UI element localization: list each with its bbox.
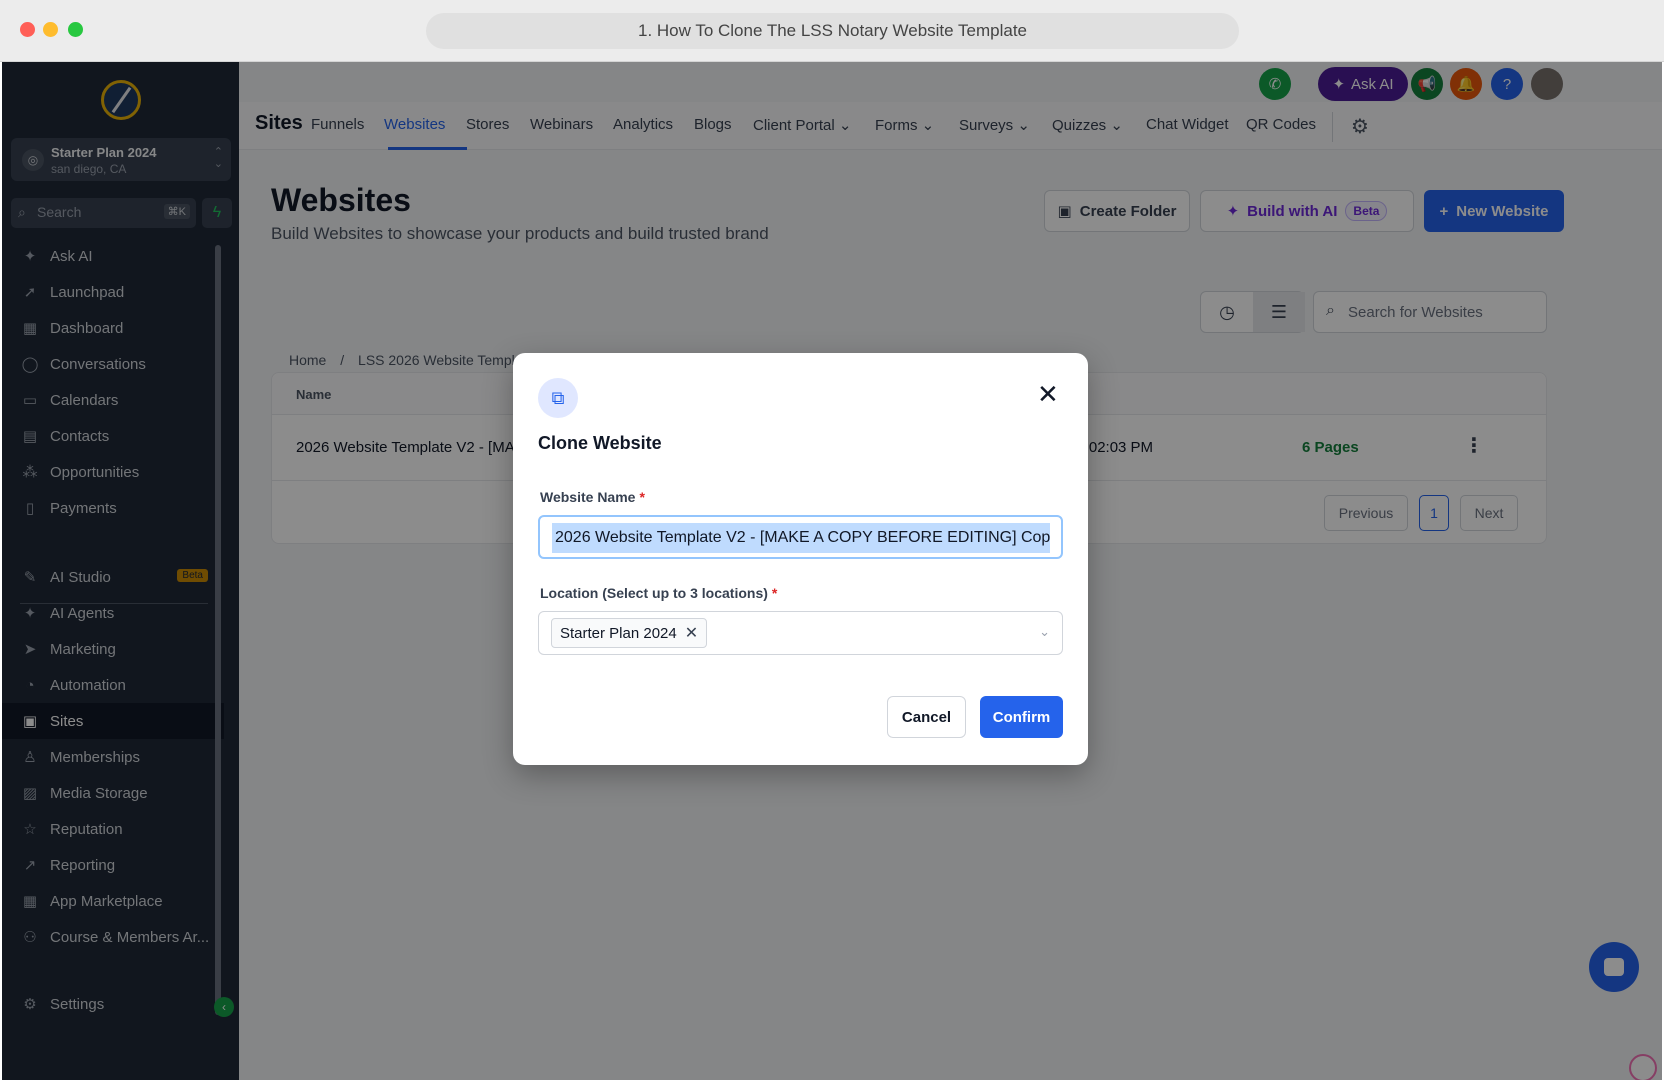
chevron-down-icon[interactable]: ⌄ [1039, 624, 1050, 640]
required-mark: * [771, 585, 778, 601]
location-label: Location (Select up to 3 locations) * [540, 585, 778, 601]
maximize-window-button[interactable] [68, 22, 83, 37]
website-name-label: Website Name * [540, 489, 645, 505]
location-select[interactable]: Starter Plan 2024 ✕ ⌄ [538, 611, 1063, 655]
close-window-button[interactable] [20, 22, 35, 37]
required-mark: * [639, 489, 645, 505]
window-title: 1. How To Clone The LSS Notary Website T… [426, 13, 1239, 49]
window-titlebar: 1. How To Clone The LSS Notary Website T… [0, 0, 1664, 62]
minimize-window-button[interactable] [43, 22, 58, 37]
clone-icon: ⧉ [538, 378, 578, 418]
cancel-button[interactable]: Cancel [887, 696, 966, 738]
confirm-button[interactable]: Confirm [980, 696, 1063, 738]
website-name-input[interactable]: 2026 Website Template V2 - [MAKE A COPY … [538, 515, 1063, 559]
app: ◎ Starter Plan 2024 san diego, CA ⌃ ⌄ ⌕ S… [2, 62, 1662, 1080]
location-chip: Starter Plan 2024 ✕ [551, 618, 708, 648]
website-name-value: 2026 Website Template V2 - [MAKE A COPY … [552, 523, 1050, 553]
remove-chip-icon[interactable]: ✕ [685, 623, 698, 643]
modal-title: Clone Website [538, 433, 662, 453]
close-icon[interactable]: ✕ [1037, 381, 1059, 407]
clone-website-modal: ⧉ ✕ Clone Website Website Name * 2026 Web… [513, 353, 1088, 765]
